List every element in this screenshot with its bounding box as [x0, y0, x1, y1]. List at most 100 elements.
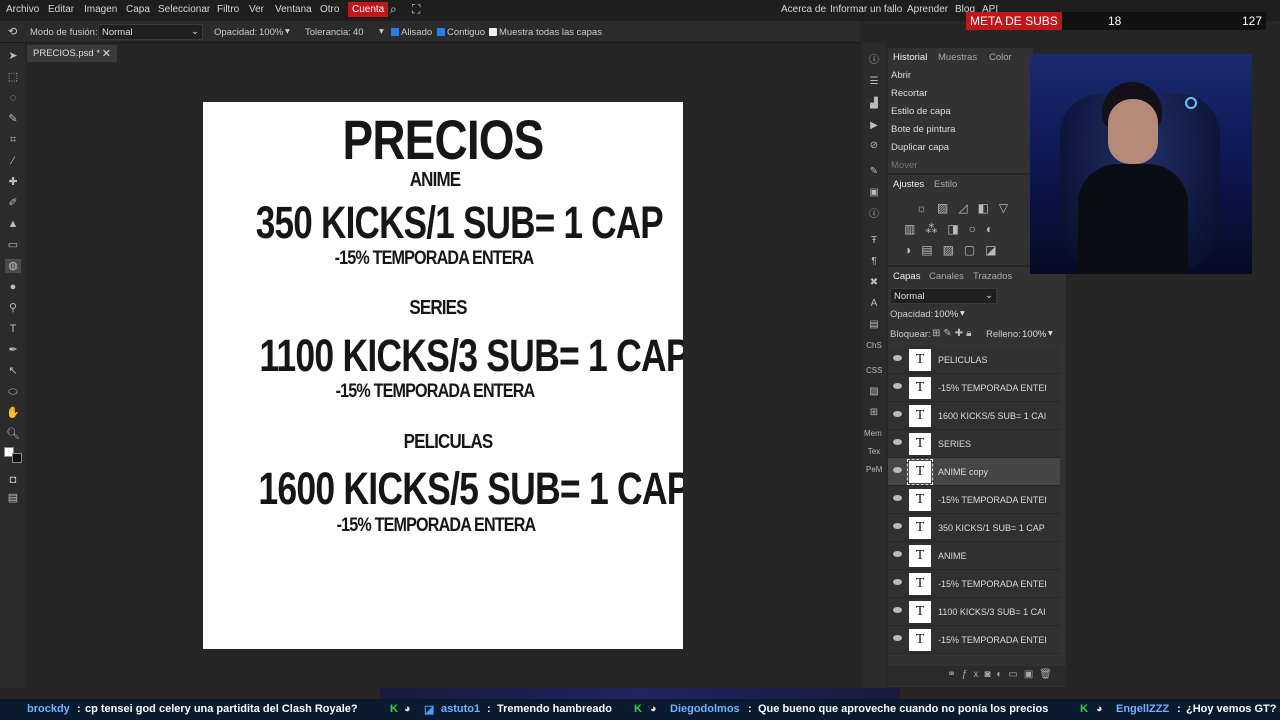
- layer-row[interactable]: T SERIES: [888, 430, 1060, 458]
- memory-label[interactable]: Mem: [864, 427, 882, 441]
- tab-color[interactable]: Color: [989, 52, 1012, 63]
- eye-icon[interactable]: [893, 607, 902, 613]
- menu-filtro[interactable]: Filtro: [217, 4, 239, 15]
- eye-icon[interactable]: [893, 551, 902, 557]
- clone-stamp-icon[interactable]: ▲: [5, 217, 21, 231]
- fill-dropdown-icon[interactable]: ▾: [1048, 328, 1053, 339]
- css-label[interactable]: CSS: [866, 364, 882, 378]
- menu-cuenta[interactable]: Cuenta: [348, 2, 389, 17]
- character-icon[interactable]: Ŧ: [866, 234, 882, 248]
- tolerance-dropdown-icon[interactable]: ▾: [379, 26, 384, 37]
- contiguous-checkbox[interactable]: Contiguo: [437, 27, 485, 38]
- all-layers-checkbox[interactable]: Muestra todas las capas: [489, 27, 602, 38]
- crop-tool-icon[interactable]: ⌗: [5, 133, 21, 147]
- sliders-icon[interactable]: ⊞: [866, 406, 882, 420]
- menu-otro[interactable]: Otro: [320, 4, 339, 15]
- history-item[interactable]: Bote de pintura: [888, 120, 1033, 138]
- adjustment-icons-row3[interactable]: ◑▤▨▢◪: [904, 243, 1007, 257]
- layers-icon[interactable]: ▣: [866, 186, 882, 200]
- document-canvas[interactable]: PRECIOS ANIME 350 KICKS/1 SUB= 1 CAP -15…: [203, 102, 683, 649]
- close-icon[interactable]: ✕: [102, 47, 111, 60]
- layer-opacity-dropdown-icon[interactable]: ▾: [960, 308, 965, 319]
- histogram-icon[interactable]: ▟: [866, 97, 882, 111]
- adjustment-icons-row1[interactable]: ☼▨◿◧▽: [916, 201, 1018, 215]
- move-tool-icon[interactable]: ➤: [5, 49, 21, 63]
- eye-icon[interactable]: [893, 355, 902, 361]
- lock-icons[interactable]: ⊞✎✚🔒︎: [932, 328, 974, 339]
- text-label[interactable]: Tex: [866, 445, 882, 459]
- brush-settings-icon[interactable]: ✎: [866, 165, 882, 179]
- quick-mask-icon[interactable]: ◘: [5, 473, 21, 487]
- properties-icon[interactable]: ⓘ: [866, 208, 882, 222]
- info-icon[interactable]: ⓘ: [866, 54, 882, 68]
- menu-informar-fallo[interactable]: Informar un fallo: [830, 4, 902, 15]
- layer-row[interactable]: T PELICULAS: [888, 346, 1060, 374]
- menu-aprender[interactable]: Aprender: [907, 4, 948, 15]
- menu-seleccionar[interactable]: Seleccionar: [158, 4, 210, 15]
- blend-mode-select[interactable]: Normal ⌄: [98, 24, 203, 40]
- pen-tool-icon[interactable]: ✒: [5, 343, 21, 357]
- image-icon[interactable]: ▨: [866, 385, 882, 399]
- layer-opacity-value[interactable]: 100%: [934, 309, 958, 320]
- layer-row[interactable]: T -15% TEMPORADA ENTEI: [888, 626, 1060, 654]
- layer-blend-select[interactable]: Normal ⌄: [890, 288, 997, 304]
- eye-icon[interactable]: [893, 411, 902, 417]
- paragraph-icon[interactable]: ¶: [866, 255, 882, 269]
- char-styles-label[interactable]: ChS: [866, 339, 882, 353]
- menu-ver[interactable]: Ver: [249, 4, 264, 15]
- menu-acerca-de[interactable]: Acerca de: [781, 4, 826, 15]
- history-item[interactable]: Estilo de capa: [888, 102, 1033, 120]
- eye-icon[interactable]: [893, 635, 902, 641]
- history-item[interactable]: Recortar: [888, 84, 1033, 102]
- pem-label[interactable]: PeM: [866, 463, 882, 477]
- glyph-icon[interactable]: A: [866, 297, 882, 311]
- dodge-tool-icon[interactable]: ⚲: [5, 301, 21, 315]
- eye-icon[interactable]: [893, 523, 902, 529]
- history-icon[interactable]: ☰: [866, 75, 882, 89]
- shape-tool-icon[interactable]: ⬭: [5, 385, 21, 399]
- layer-row[interactable]: T 1100 KICKS/3 SUB= 1 CAI: [888, 598, 1060, 626]
- opacity-value[interactable]: 100%: [259, 27, 283, 38]
- paint-bucket-tool-icon[interactable]: ◍: [5, 259, 21, 273]
- tab-trazados[interactable]: Trazados: [973, 271, 1012, 282]
- layers-footer-icons[interactable]: ⚭ƒx◙◐▭▣🗑︎: [888, 666, 1066, 686]
- magic-wand-icon[interactable]: ✎: [5, 112, 21, 126]
- layer-row[interactable]: T -15% TEMPORADA ENTEI: [888, 486, 1060, 514]
- notes-icon[interactable]: ▤: [866, 318, 882, 332]
- search-icon[interactable]: ⌕: [390, 2, 397, 17]
- fill-value[interactable]: 100%: [1022, 329, 1046, 340]
- background-color-swatch[interactable]: [12, 453, 22, 463]
- blur-tool-icon[interactable]: ●: [5, 280, 21, 294]
- layer-row[interactable]: T -15% TEMPORADA ENTEI: [888, 570, 1060, 598]
- menu-archivo[interactable]: Archivo: [6, 4, 39, 15]
- document-tab[interactable]: PRECIOS.psd * ✕: [27, 45, 117, 62]
- tab-ajustes[interactable]: Ajustes: [893, 179, 924, 190]
- layer-row[interactable]: T ANIME: [888, 542, 1060, 570]
- tab-historial[interactable]: Historial: [893, 52, 927, 63]
- antialias-checkbox[interactable]: Alisado: [391, 27, 432, 38]
- tab-canales[interactable]: Canales: [929, 271, 964, 282]
- menu-imagen[interactable]: Imagen: [84, 4, 117, 15]
- history-item[interactable]: Abrir: [888, 66, 1033, 84]
- layer-row[interactable]: T -15% TEMPORADA ENTEI: [888, 374, 1060, 402]
- menu-capa[interactable]: Capa: [126, 4, 150, 15]
- tab-estilo[interactable]: Estilo: [934, 179, 957, 190]
- eye-icon[interactable]: [893, 579, 902, 585]
- hand-tool-icon[interactable]: ✋: [5, 406, 21, 420]
- history-item[interactable]: Duplicar capa: [888, 138, 1033, 156]
- eyedropper-icon[interactable]: ⁄: [5, 154, 21, 168]
- layer-row-selected[interactable]: T ANIME copy: [888, 458, 1060, 486]
- marquee-tool-icon[interactable]: ⬚: [5, 70, 21, 84]
- eye-icon[interactable]: [893, 467, 902, 473]
- eraser-tool-icon[interactable]: ▭: [5, 238, 21, 252]
- navigator-icon[interactable]: ⊘: [866, 139, 882, 153]
- lasso-tool-icon[interactable]: ◌: [5, 91, 21, 105]
- fullscreen-icon[interactable]: ⛶: [412, 2, 420, 17]
- tab-muestras[interactable]: Muestras: [938, 52, 977, 63]
- menu-editar[interactable]: Editar: [48, 4, 74, 15]
- screen-mode-icon[interactable]: ▤: [5, 491, 21, 505]
- type-tool-icon[interactable]: T: [5, 322, 21, 336]
- eye-icon[interactable]: [893, 439, 902, 445]
- adjustment-icons-row2[interactable]: ▥⁂◨○◐: [904, 222, 1003, 236]
- zoom-tool-icon[interactable]: 🔍︎: [5, 427, 21, 441]
